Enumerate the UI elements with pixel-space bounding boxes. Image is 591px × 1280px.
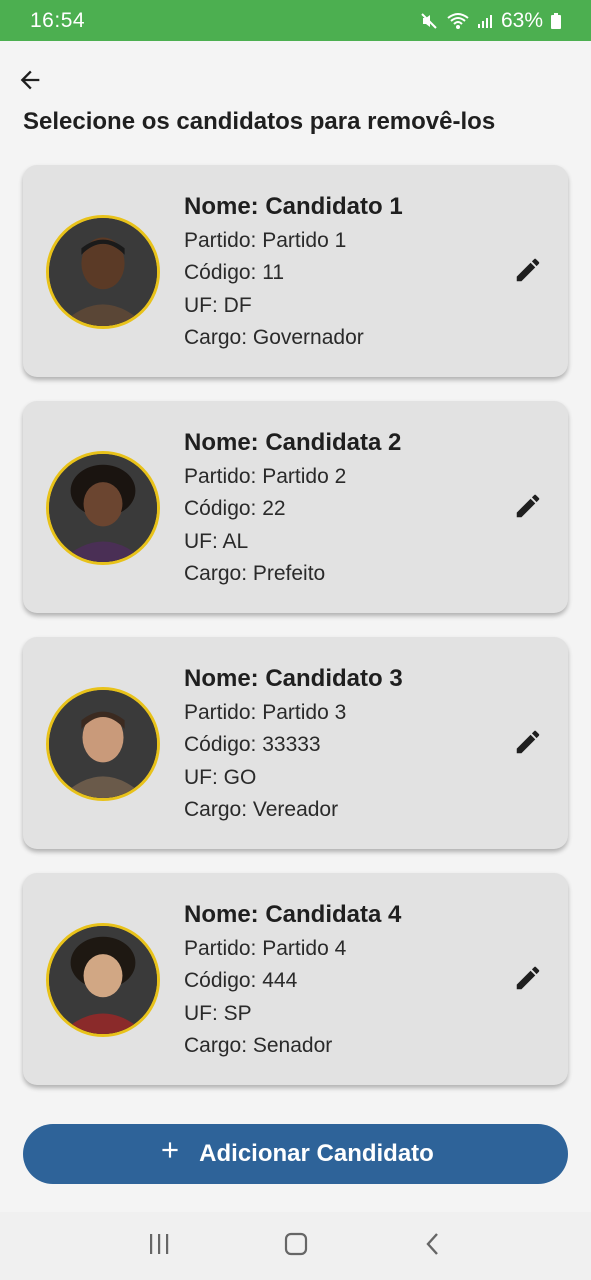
edit-button[interactable] [510, 962, 546, 998]
plus-icon [157, 1135, 183, 1169]
mute-icon [419, 11, 439, 31]
candidate-info: Nome: Candidata 4 Partido: Partido 4 Cód… [184, 901, 401, 1063]
candidate-card[interactable]: Nome: Candidato 3 Partido: Partido 3 Cód… [23, 637, 568, 849]
battery-icon [551, 12, 561, 29]
back-button[interactable] [14, 66, 46, 98]
edit-button[interactable] [510, 726, 546, 762]
avatar [46, 687, 160, 801]
avatar [46, 923, 160, 1037]
home-button[interactable] [266, 1221, 326, 1271]
edit-button[interactable] [510, 490, 546, 526]
candidate-state: UF: DF [184, 293, 252, 317]
avatar [46, 215, 160, 329]
candidate-code: Código: 22 [184, 497, 286, 521]
candidate-list: Nome: Candidato 1 Partido: Partido 1 Cód… [23, 165, 568, 1109]
status-time: 16:54 [30, 8, 86, 32]
candidate-name: Nome: Candidata 4 [184, 901, 402, 928]
signal-icon [477, 13, 493, 29]
candidate-code: Código: 444 [184, 969, 298, 993]
battery-level: 63% [500, 8, 543, 32]
avatar [46, 451, 160, 565]
candidate-state: UF: SP [184, 1001, 252, 1025]
page-title: Selecione os candidatos para removê-los [23, 108, 496, 135]
candidate-role: Cargo: Governador [184, 326, 364, 350]
home-icon [283, 1231, 309, 1262]
pencil-icon [513, 255, 543, 290]
status-bar: 16:54 63% [0, 0, 591, 41]
candidate-name: Nome: Candidata 2 [184, 429, 402, 456]
candidate-card[interactable]: Nome: Candidato 1 Partido: Partido 1 Cód… [23, 165, 568, 377]
candidate-card[interactable]: Nome: Candidata 4 Partido: Partido 4 Cód… [23, 873, 568, 1085]
status-icons: 63% [419, 9, 561, 33]
candidate-card[interactable]: Nome: Candidata 2 Partido: Partido 2 Cód… [23, 401, 568, 613]
candidate-party: Partido: Partido 2 [184, 465, 347, 488]
candidate-party: Partido: Partido 4 [184, 937, 347, 960]
candidate-info: Nome: Candidato 3 Partido: Partido 3 Cód… [184, 665, 403, 827]
pencil-icon [513, 491, 543, 526]
candidate-role: Cargo: Senador [184, 1034, 333, 1058]
candidate-state: UF: AL [184, 529, 249, 553]
candidate-party: Partido: Partido 3 [184, 701, 347, 724]
candidate-code: Código: 33333 [184, 733, 321, 757]
pencil-icon [513, 727, 543, 762]
edit-button[interactable] [510, 254, 546, 290]
candidate-role: Cargo: Prefeito [184, 562, 326, 586]
chevron-left-icon [420, 1231, 446, 1262]
arrow-left-icon [16, 66, 44, 99]
candidate-state: UF: GO [184, 765, 257, 789]
candidate-name: Nome: Candidato 1 [184, 193, 403, 220]
wifi-icon [447, 12, 469, 30]
add-candidate-button[interactable]: Adicionar Candidato [23, 1124, 568, 1184]
system-back-button[interactable] [403, 1221, 463, 1271]
candidate-name: Nome: Candidato 3 [184, 665, 403, 692]
recent-apps-button[interactable] [129, 1221, 189, 1271]
recent-apps-icon [146, 1231, 172, 1262]
system-nav-bar [0, 1212, 591, 1280]
candidate-role: Cargo: Vereador [184, 798, 339, 822]
candidate-party: Partido: Partido 1 [184, 229, 347, 252]
add-candidate-label: Adicionar Candidato [199, 1140, 434, 1167]
candidate-info: Nome: Candidato 1 Partido: Partido 1 Cód… [184, 193, 403, 355]
candidate-info: Nome: Candidata 2 Partido: Partido 2 Cód… [184, 429, 401, 591]
pencil-icon [513, 963, 543, 998]
candidate-code: Código: 11 [184, 261, 285, 285]
